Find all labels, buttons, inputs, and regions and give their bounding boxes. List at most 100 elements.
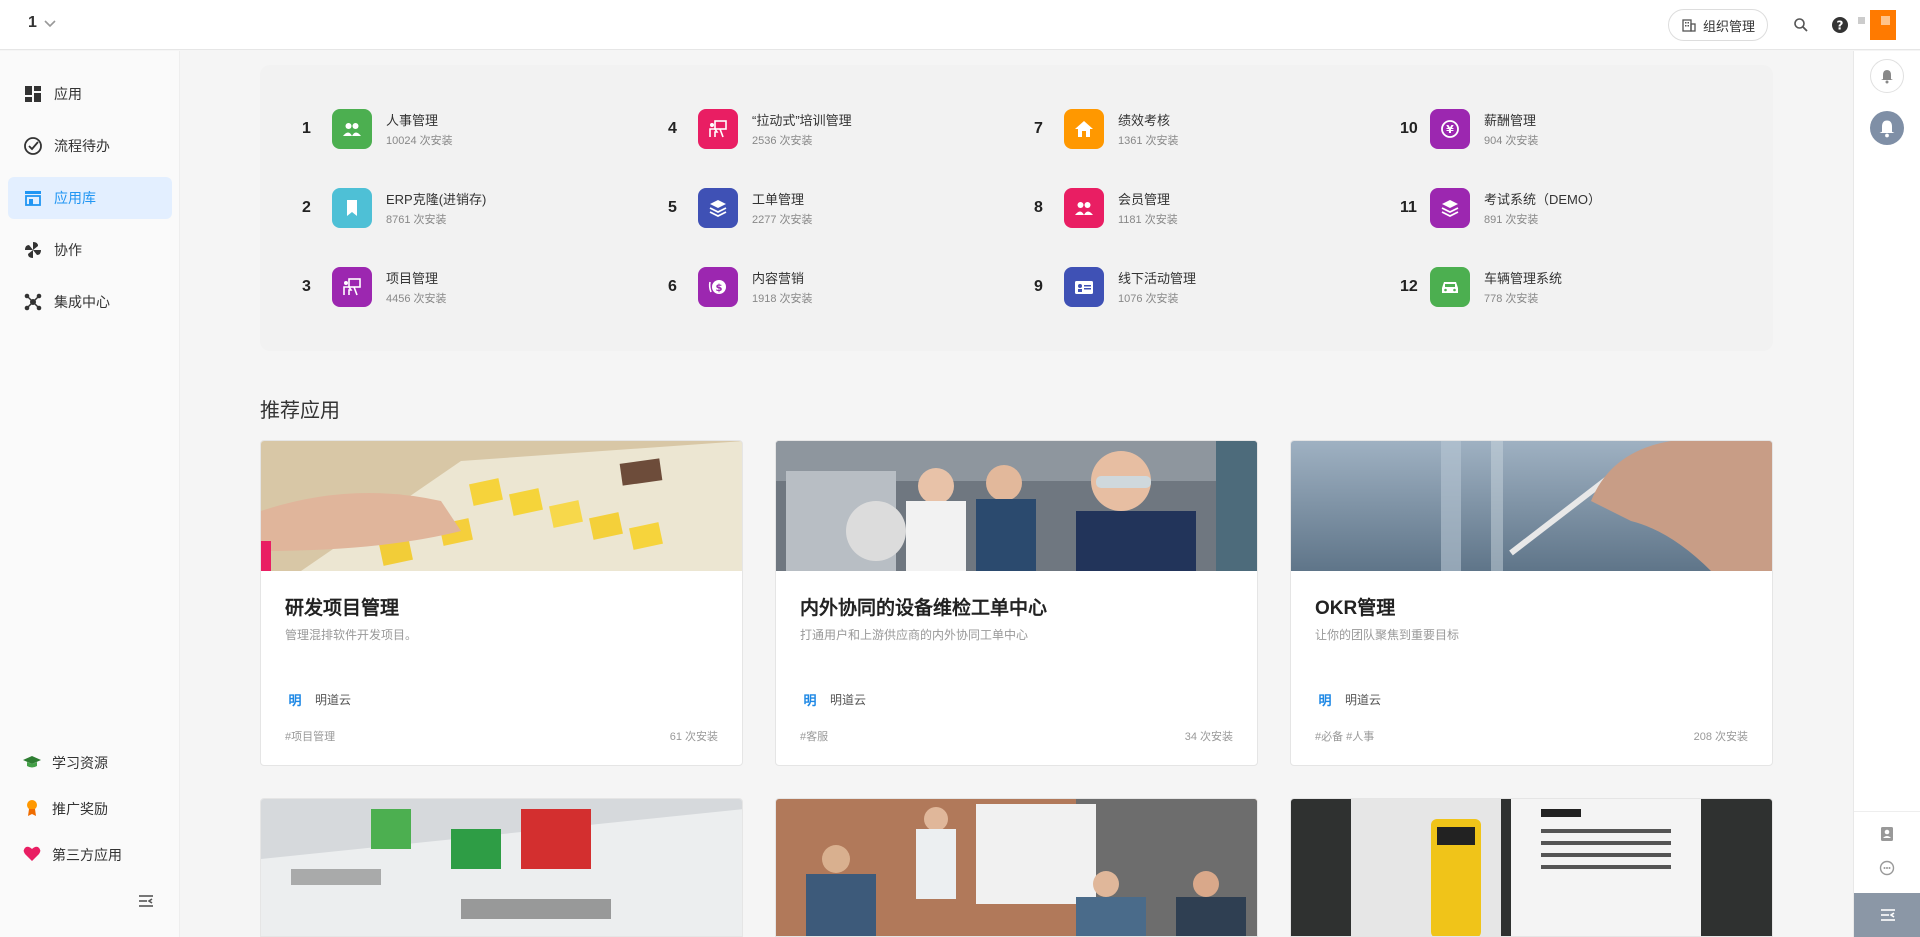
- rank-number: 9: [1034, 278, 1043, 295]
- ranking-item[interactable]: 12 车辆管理系统 778 次安装: [1388, 265, 1718, 309]
- home-icon: [1064, 109, 1104, 149]
- card-image: [261, 441, 742, 571]
- install-count: 1076 次安装: [1118, 293, 1179, 305]
- rank-number: 4: [668, 120, 677, 137]
- install-count: 10024 次安装: [386, 135, 453, 147]
- ranking-panel: 1 人事管理 10024 次安装 2 ERP克隆(进销存) 8761 次安装 3 项…: [260, 65, 1773, 351]
- sidebar-item-label: 协作: [54, 242, 82, 258]
- org-switcher[interactable]: 1: [28, 14, 57, 32]
- notification-bell-button[interactable]: [1870, 59, 1904, 93]
- ranking-item[interactable]: 4 “拉动式”培训管理 2536 次安装: [656, 107, 986, 151]
- app-name: 车辆管理系统: [1484, 271, 1563, 286]
- app-name: 工单管理: [752, 192, 805, 207]
- card-footer: #项目管理 61 次安装: [285, 728, 718, 744]
- sidebar-item-app-library[interactable]: 应用库: [8, 177, 172, 219]
- sidebar-item-label: 第三方应用: [52, 847, 122, 863]
- app-name: 人事管理: [386, 113, 439, 128]
- sidebar-item-collaboration[interactable]: 协作: [8, 229, 172, 271]
- ranking-item[interactable]: 11 考试系统（DEMO） 891 次安装: [1388, 186, 1718, 230]
- section-title: 推荐应用: [260, 400, 340, 422]
- app-card-partial[interactable]: [260, 798, 743, 937]
- store-icon: [22, 187, 44, 209]
- card-image: [1291, 799, 1772, 936]
- sidebar-item-third-party[interactable]: 第三方应用: [8, 835, 172, 875]
- ranking-item[interactable]: 3 项目管理 4456 次安装: [290, 265, 620, 309]
- search-icon[interactable]: [1791, 15, 1811, 35]
- sidebar-item-rewards[interactable]: 推广奖励: [8, 789, 172, 829]
- card-image: [776, 441, 1257, 571]
- id-card-icon: [1064, 267, 1104, 307]
- ranking-item[interactable]: 9 线下活动管理 1076 次安装: [1022, 265, 1352, 309]
- app-card-partial[interactable]: [775, 798, 1258, 937]
- people-icon: [332, 109, 372, 149]
- help-icon[interactable]: ?: [1830, 15, 1850, 35]
- rank-number: 11: [1400, 199, 1417, 216]
- check-circle-icon: [22, 135, 44, 157]
- avatar[interactable]: [1870, 10, 1896, 40]
- contacts-icon[interactable]: [1878, 825, 1896, 843]
- ranking-item[interactable]: 10 ¥ 薪酬管理 904 次安装: [1388, 107, 1718, 151]
- ranking-item[interactable]: 8 会员管理 1181 次安装: [1022, 186, 1352, 230]
- install-count: 1181 次安装: [1118, 214, 1178, 226]
- app-name: 薪酬管理: [1484, 113, 1537, 128]
- ranking-item[interactable]: 2 ERP克隆(进销存) 8761 次安装: [290, 186, 620, 230]
- card-footer: #客服 34 次安装: [800, 728, 1233, 744]
- graduation-cap-icon: [22, 752, 42, 775]
- install-count: 1361 次安装: [1118, 135, 1179, 147]
- app-name: 线下活动管理: [1118, 271, 1197, 286]
- rank-number: 10: [1400, 120, 1418, 137]
- install-count: 1918 次安装: [752, 293, 813, 305]
- bookmark-icon: [332, 188, 372, 228]
- author-logo: 明: [288, 692, 302, 708]
- author-logo: 明: [1318, 692, 1332, 708]
- card-author: 明 明道云: [1315, 689, 1381, 709]
- building-icon: [1682, 19, 1696, 32]
- ranking-item[interactable]: 1 人事管理 10024 次安装: [290, 107, 620, 151]
- award-icon: [22, 798, 42, 821]
- app-card[interactable]: 内外协同的设备维检工单中心 打通用户和上游供应商的内外协同工单中心 明 明道云 …: [775, 440, 1258, 766]
- sidebar-item-integration[interactable]: 集成中心: [8, 281, 172, 323]
- sidebar-item-apps[interactable]: 应用: [8, 73, 172, 115]
- sidebar-item-learning[interactable]: 学习资源: [8, 743, 172, 783]
- expand-panel-button[interactable]: [1854, 893, 1920, 937]
- rank-number: 3: [302, 278, 311, 295]
- ranking-item[interactable]: 7 绩效考核 1361 次安装: [1022, 107, 1352, 151]
- app-card-partial[interactable]: [1290, 798, 1773, 937]
- app-name: 项目管理: [386, 271, 439, 286]
- assistant-button[interactable]: [1870, 111, 1904, 145]
- card-title: 内外协同的设备维检工单中心: [800, 598, 1048, 619]
- app-card[interactable]: 研发项目管理 管理混排软件开发项目。 明 明道云 #项目管理 61 次安装: [260, 440, 743, 766]
- card-tags: #必备 #人事: [1315, 731, 1375, 743]
- layers-icon: [1430, 188, 1470, 228]
- people-icon: [1064, 188, 1104, 228]
- install-count: 4456 次安装: [386, 293, 447, 305]
- sidebar-item-label: 应用库: [54, 190, 96, 206]
- org-manage-button[interactable]: 组织管理: [1668, 9, 1769, 41]
- top-bar: 1 组织管理 ?: [0, 0, 1920, 50]
- menu-collapse-icon: [1880, 909, 1895, 921]
- layers-icon: [698, 188, 738, 228]
- author-name: 明道云: [1345, 692, 1382, 707]
- rank-number: 6: [668, 278, 677, 295]
- card-tags: #项目管理: [285, 731, 336, 743]
- card-description: 让你的团队聚焦到重要目标: [1315, 628, 1460, 642]
- install-count: 904 次安装: [1484, 135, 1539, 147]
- collapse-sidebar-icon[interactable]: [136, 891, 156, 911]
- ranking-item[interactable]: 5 工单管理 2277 次安装: [656, 186, 986, 230]
- heart-icon: [22, 844, 42, 867]
- money-icon: $: [698, 267, 738, 307]
- author-name: 明道云: [315, 692, 352, 707]
- card-tags: #客服: [800, 731, 829, 743]
- integration-icon: [22, 291, 44, 313]
- app-name: 绩效考核: [1118, 113, 1171, 128]
- sidebar-item-workflow[interactable]: 流程待办: [8, 125, 172, 167]
- chat-icon[interactable]: [1878, 859, 1896, 877]
- app-name: 会员管理: [1118, 192, 1171, 207]
- bell-icon: [1881, 70, 1893, 84]
- author-logo: 明: [803, 692, 817, 708]
- install-count: 778 次安装: [1484, 293, 1539, 305]
- ranking-item[interactable]: 6 $ 内容营销 1918 次安装: [656, 265, 986, 309]
- install-count: 2536 次安装: [752, 135, 813, 147]
- app-card[interactable]: OKR管理 让你的团队聚焦到重要目标 明 明道云 #必备 #人事 208 次安装: [1290, 440, 1773, 766]
- card-image: [1291, 441, 1772, 571]
